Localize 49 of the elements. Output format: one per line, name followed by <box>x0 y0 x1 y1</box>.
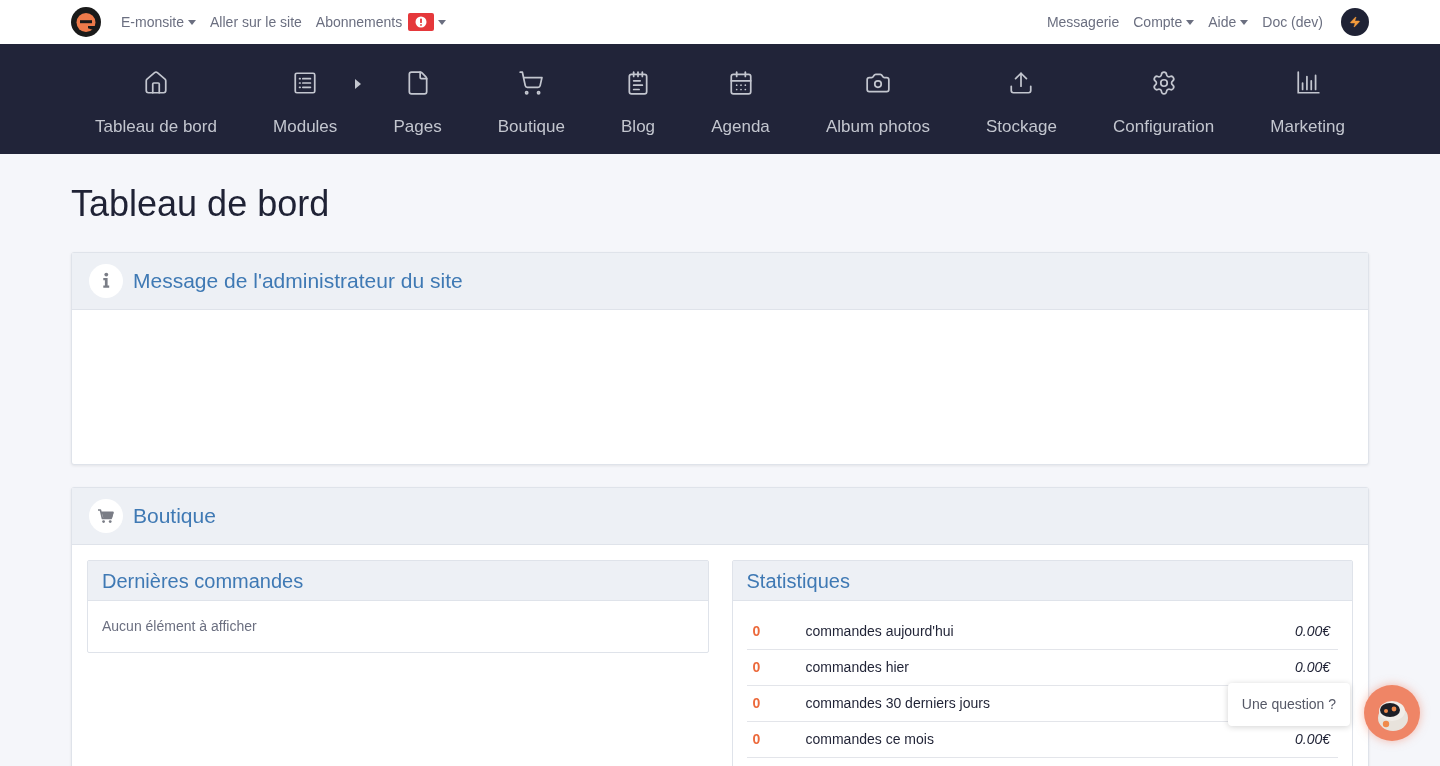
nav-item[interactable]: Marketing <box>1270 70 1345 140</box>
camera-icon <box>864 70 891 96</box>
panel-title: Message de l'administrateur du site <box>133 268 463 295</box>
upload-icon <box>1008 70 1035 96</box>
top-menu-link[interactable]: Messagerie <box>1046 11 1120 33</box>
nav-item[interactable]: Album photos <box>825 70 930 140</box>
stat-label: commandes aujourd'hui <box>805 622 954 641</box>
order-amount: 0.00€ <box>1294 624 1332 639</box>
chat-tooltip: Une question ? <box>1227 683 1350 726</box>
lightning-icon <box>1349 16 1361 28</box>
nav-item[interactable]: Tableau de bord <box>95 70 217 140</box>
list-icon <box>292 70 319 96</box>
order-count: 0 <box>752 622 762 641</box>
info-icon <box>89 264 123 298</box>
nav-item[interactable]: Boutique <box>497 70 565 140</box>
nav-item[interactable]: Agenda <box>711 70 770 140</box>
order-count: 0 <box>752 658 762 677</box>
top-menu-link[interactable]: Aide <box>1208 11 1249 33</box>
chat-bot-button[interactable] <box>1364 685 1420 741</box>
settings-icon <box>1150 70 1177 96</box>
stat-label: commandes ce mois <box>805 730 934 749</box>
top-menu-link[interactable]: Abonnements <box>315 11 447 33</box>
nav-item[interactable]: Pages <box>393 70 442 140</box>
order-amount: 0.00€ <box>1294 732 1332 747</box>
top-menu-link[interactable]: Doc (dev) <box>1262 11 1323 33</box>
nav-item[interactable]: Configuration <box>1113 70 1215 140</box>
top-menu-link[interactable]: E-monsite <box>121 11 197 33</box>
nav-item[interactable]: Blog <box>621 70 656 140</box>
bar-chart-icon <box>1294 70 1321 96</box>
calendar-icon <box>727 70 754 96</box>
logo-icon[interactable] <box>71 7 101 37</box>
cart-icon <box>89 499 123 533</box>
panel-title: Boutique <box>133 503 216 530</box>
order-count: 0 <box>752 694 762 713</box>
order-count: 0 <box>752 730 762 749</box>
home-icon <box>142 70 169 96</box>
nav-item[interactable]: Stockage <box>986 70 1057 140</box>
avatar-button[interactable] <box>1341 8 1369 36</box>
nav-item[interactable]: Modules <box>273 70 338 140</box>
top-menu-link[interactable]: Aller sur le site <box>210 11 302 33</box>
page-title: Tableau de bord <box>71 182 331 226</box>
cart-icon <box>518 70 545 96</box>
subpanel-title: Dernières commandes <box>102 568 304 594</box>
stat-label: commandes 30 derniers jours <box>805 694 990 713</box>
top-menu-link[interactable]: Compte <box>1133 11 1195 33</box>
empty-message: Aucun élément à afficher <box>101 617 258 636</box>
order-amount: 0.00€ <box>1294 660 1332 675</box>
subpanel-title: Statistiques <box>746 568 850 594</box>
stat-label: commandes hier <box>805 658 909 677</box>
